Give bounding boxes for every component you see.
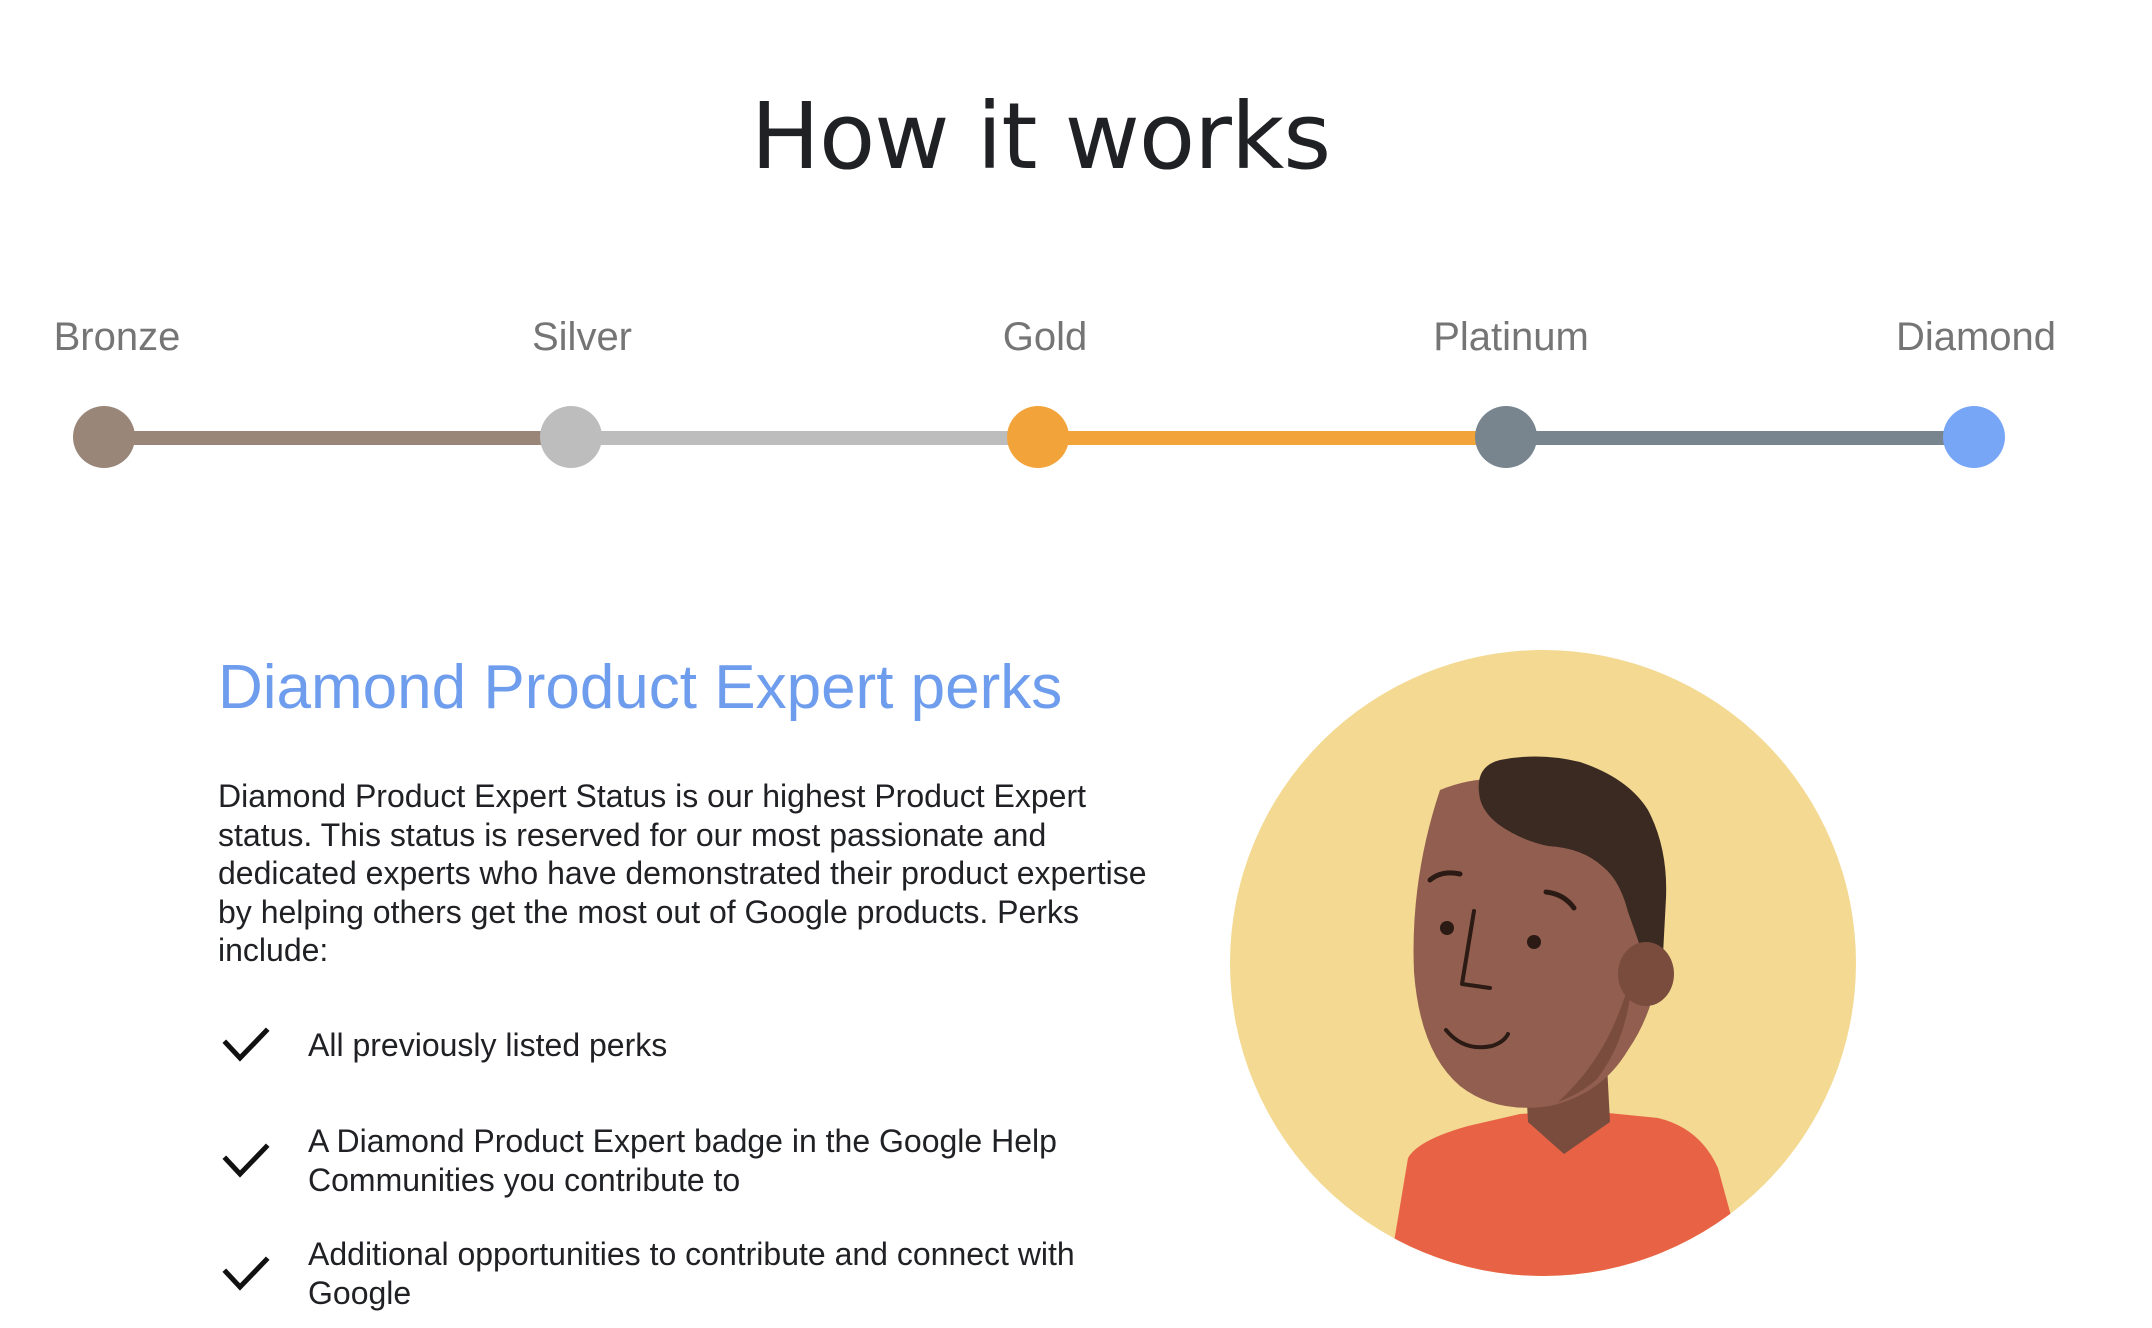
checkmark-icon	[222, 1142, 270, 1178]
avatar-ear	[1618, 942, 1674, 1006]
tier-dot-platinum	[1475, 406, 1537, 468]
track-segment-bronze	[104, 431, 571, 445]
tier-label-silver: Silver	[531, 315, 633, 359]
tier-dot-diamond	[1943, 406, 2005, 468]
perk-item: A Diamond Product Expert badge in the Go…	[218, 1122, 1138, 1199]
checkmark-icon	[222, 1255, 270, 1291]
tier-label-bronze: Bronze	[53, 315, 181, 359]
track-segment-gold	[1038, 431, 1506, 445]
perk-text: A Diamond Product Expert badge in the Go…	[308, 1123, 1057, 1198]
tier-label-gold: Gold	[1002, 315, 1088, 359]
track-segment-platinum	[1506, 431, 1974, 445]
perk-item: Additional opportunities to contribute a…	[218, 1235, 1138, 1312]
tier-label-platinum: Platinum	[1433, 315, 1589, 359]
perk-item: All previously listed perks	[218, 1017, 1138, 1073]
tier-dot-silver	[540, 406, 602, 468]
expert-avatar-illustration	[1230, 650, 1856, 1276]
perk-text: All previously listed perks	[308, 1026, 668, 1063]
avatar-eye-left	[1440, 921, 1454, 935]
checkmark-icon	[222, 1027, 270, 1062]
tier-dot-bronze	[73, 406, 135, 468]
perk-text: Additional opportunities to contribute a…	[308, 1236, 1075, 1311]
perks-intro: Diamond Product Expert Status is our hig…	[218, 778, 1147, 968]
tier-label-diamond: Diamond	[1895, 315, 2057, 359]
page-title: How it works	[750, 83, 1331, 190]
perks-heading: Diamond Product Expert perks	[218, 653, 1063, 722]
avatar-eye-right	[1527, 935, 1541, 949]
tier-dot-gold	[1007, 406, 1069, 468]
track-segment-silver	[571, 431, 1038, 445]
